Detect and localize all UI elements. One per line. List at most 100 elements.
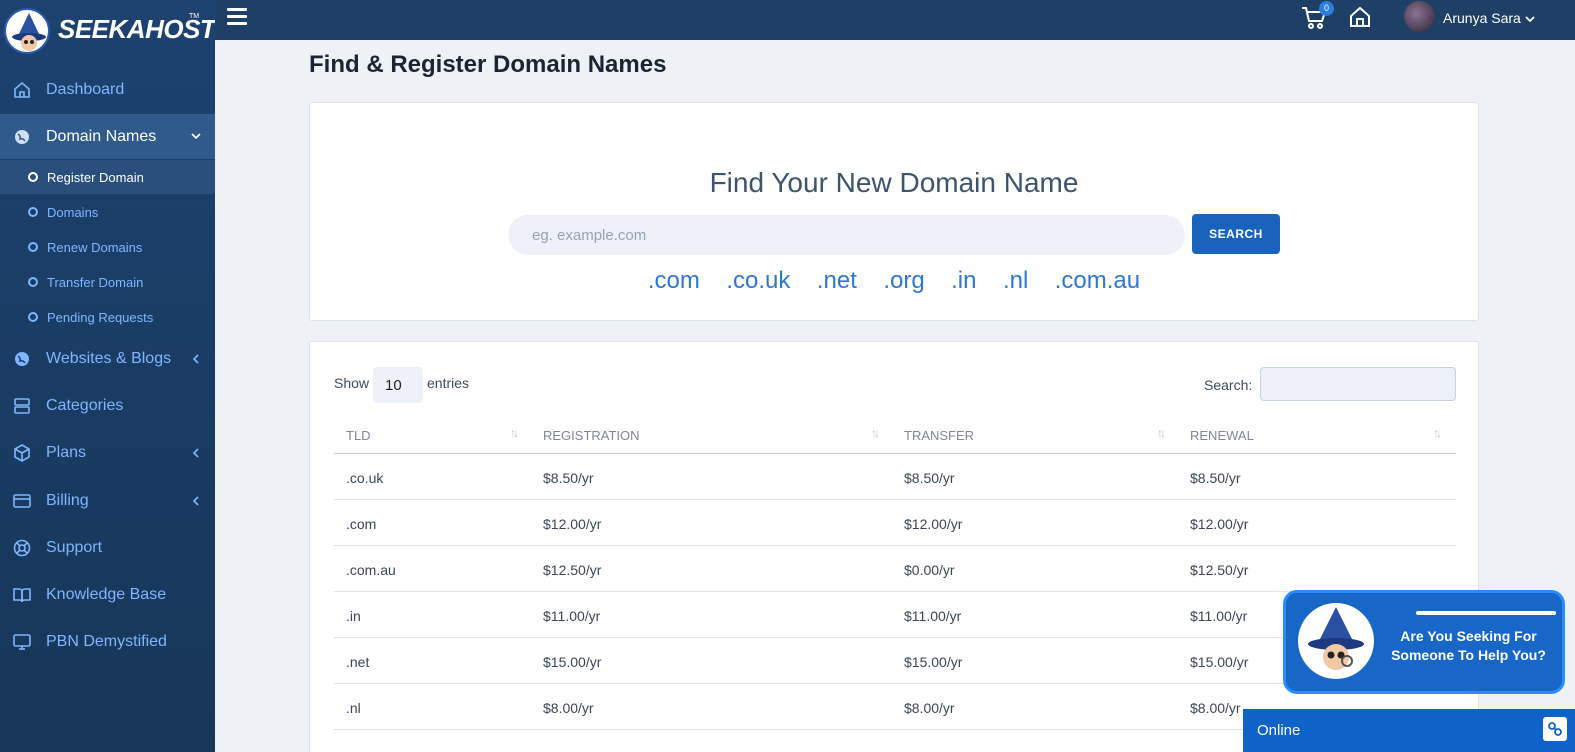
- sidebar-item-billing[interactable]: Billing: [0, 479, 215, 523]
- cell-tld: .com.au: [346, 562, 396, 578]
- chat-expand-icon[interactable]: [1543, 717, 1567, 741]
- chat-prompt-text: Are You Seeking For Someone To Help You?: [1376, 627, 1561, 665]
- cell-renewal: $12.00/yr: [1190, 516, 1249, 532]
- home-icon[interactable]: [1349, 6, 1371, 33]
- sidebar: SEEKAHOST TM Dashboard Domain Names Regi…: [0, 0, 216, 752]
- sidebar-item-label: Categories: [46, 397, 124, 414]
- cell-tld: .com: [346, 516, 377, 532]
- chat-line-1: Are You Seeking For: [1400, 628, 1537, 644]
- header-divider: [334, 453, 1456, 454]
- sidebar-item-pbn-demystified[interactable]: PBN Demystified: [0, 620, 215, 664]
- cell-registration: $15.00/yr: [543, 654, 602, 670]
- cell-transfer: $12.00/yr: [904, 516, 963, 532]
- chevron-left-icon: [191, 351, 201, 369]
- menu-icon[interactable]: [227, 8, 247, 26]
- sidebar-subitem-transfer-domain[interactable]: Transfer Domain: [0, 265, 215, 299]
- lifebuoy-icon: [12, 538, 32, 558]
- sidebar-subitem-label: Renew Domains: [47, 239, 143, 255]
- decorative-stripe: [1416, 611, 1556, 615]
- sort-icon[interactable]: ↑↓: [1433, 426, 1442, 440]
- globe-icon: [12, 349, 32, 369]
- sidebar-item-label: Billing: [46, 492, 89, 509]
- column-header-registration[interactable]: REGISTRATION: [543, 428, 640, 443]
- circle-icon: [28, 277, 38, 287]
- circle-icon: [28, 242, 38, 252]
- table-search-input[interactable]: [1260, 367, 1456, 401]
- tld-link-org[interactable]: .org: [883, 267, 924, 295]
- wizard-mascot-icon: [1298, 603, 1374, 679]
- column-header-transfer[interactable]: TRANSFER: [904, 428, 974, 443]
- sidebar-item-label: Knowledge Base: [46, 586, 167, 603]
- tld-link-co-uk[interactable]: .co.uk: [726, 267, 790, 295]
- cell-transfer: $8.00/yr: [904, 700, 955, 716]
- cell-tld: .in: [346, 608, 361, 624]
- tld-link-com-au[interactable]: .com.au: [1055, 267, 1140, 295]
- home-icon: [12, 80, 32, 100]
- column-header-renewal[interactable]: RENEWAL: [1190, 428, 1254, 443]
- sidebar-item-label: PBN Demystified: [46, 633, 167, 650]
- sidebar-item-domain-names[interactable]: Domain Names: [0, 114, 215, 159]
- sidebar-item-knowledge-base[interactable]: Knowledge Base: [0, 573, 215, 617]
- circle-icon: [28, 172, 38, 182]
- avatar[interactable]: [1404, 1, 1435, 32]
- sidebar-subitem-label: Pending Requests: [47, 309, 154, 325]
- page-title: Find & Register Domain Names: [309, 51, 667, 78]
- column-header-tld[interactable]: TLD: [346, 428, 371, 443]
- sidebar-subitem-renew-domains[interactable]: Renew Domains: [0, 230, 215, 264]
- cell-registration: $8.50/yr: [543, 470, 594, 486]
- cell-transfer: $0.00/yr: [904, 562, 955, 578]
- cell-transfer: $8.50/yr: [904, 470, 955, 486]
- tld-link-com[interactable]: .com: [648, 267, 700, 295]
- cell-transfer: $15.00/yr: [904, 654, 963, 670]
- chat-line-2: Someone To Help You?: [1391, 647, 1546, 663]
- sidebar-subitem-label: Domains: [47, 204, 99, 220]
- user-menu[interactable]: Arunya Sara: [1443, 10, 1535, 26]
- cell-tld: .co.uk: [346, 470, 384, 486]
- chat-status-bar[interactable]: Online: [1243, 709, 1575, 752]
- cell-renewal: $12.50/yr: [1190, 562, 1249, 578]
- sort-icon[interactable]: ↑↓: [510, 426, 519, 440]
- cell-tld: .net: [346, 654, 370, 670]
- entries-select[interactable]: 10: [373, 367, 423, 403]
- monitor-icon: [12, 632, 32, 652]
- sidebar-item-categories[interactable]: Categories: [0, 384, 215, 428]
- sidebar-item-label: Dashboard: [46, 81, 125, 98]
- book-icon: [12, 585, 32, 605]
- cell-renewal: $11.00/yr: [1190, 608, 1248, 624]
- server-icon: [12, 396, 32, 416]
- sidebar-item-plans[interactable]: Plans: [0, 431, 215, 475]
- cell-renewal: $8.00/yr: [1190, 700, 1241, 716]
- box-icon: [12, 443, 32, 463]
- sidebar-item-dashboard[interactable]: Dashboard: [0, 68, 215, 112]
- sort-icon[interactable]: ↑↓: [1157, 426, 1166, 440]
- tld-link-in[interactable]: .in: [951, 267, 976, 295]
- credit-card-icon: [12, 491, 32, 511]
- tld-link-net[interactable]: .net: [817, 267, 857, 295]
- chat-prompt-bubble[interactable]: Are You Seeking For Someone To Help You?: [1283, 590, 1565, 694]
- row-divider: [334, 545, 1456, 546]
- search-button[interactable]: SEARCH: [1192, 214, 1280, 254]
- brand-logo[interactable]: SEEKAHOST TM: [0, 0, 216, 64]
- table-search-label: Search:: [1204, 377, 1253, 393]
- circle-icon: [28, 312, 38, 322]
- sidebar-item-websites-blogs[interactable]: Websites & Blogs: [0, 337, 215, 381]
- wizard-mascot-icon: [4, 8, 50, 54]
- row-divider: [334, 499, 1456, 500]
- chevron-down-icon: [191, 128, 201, 146]
- sort-icon[interactable]: ↑↓: [871, 426, 880, 440]
- sidebar-subitem-register-domain[interactable]: Register Domain: [0, 160, 215, 194]
- chevron-down-icon: [1525, 16, 1535, 23]
- sidebar-item-support[interactable]: Support: [0, 526, 215, 570]
- sidebar-item-label: Domain Names: [46, 127, 157, 145]
- domain-search-input[interactable]: [508, 215, 1185, 255]
- chat-status-text: Online: [1257, 722, 1301, 739]
- sidebar-subitem-label: Register Domain: [47, 169, 144, 185]
- topbar: 0 Arunya Sara: [215, 0, 1575, 40]
- sidebar-item-label: Websites & Blogs: [46, 350, 172, 367]
- sidebar-subitem-domains[interactable]: Domains: [0, 195, 215, 229]
- cell-renewal: $8.50/yr: [1190, 470, 1241, 486]
- sidebar-subitem-pending-requests[interactable]: Pending Requests: [0, 300, 215, 334]
- cart-count-badge: 0: [1319, 1, 1334, 16]
- tld-link-nl[interactable]: .nl: [1003, 267, 1028, 295]
- sidebar-item-label: Support: [46, 539, 103, 556]
